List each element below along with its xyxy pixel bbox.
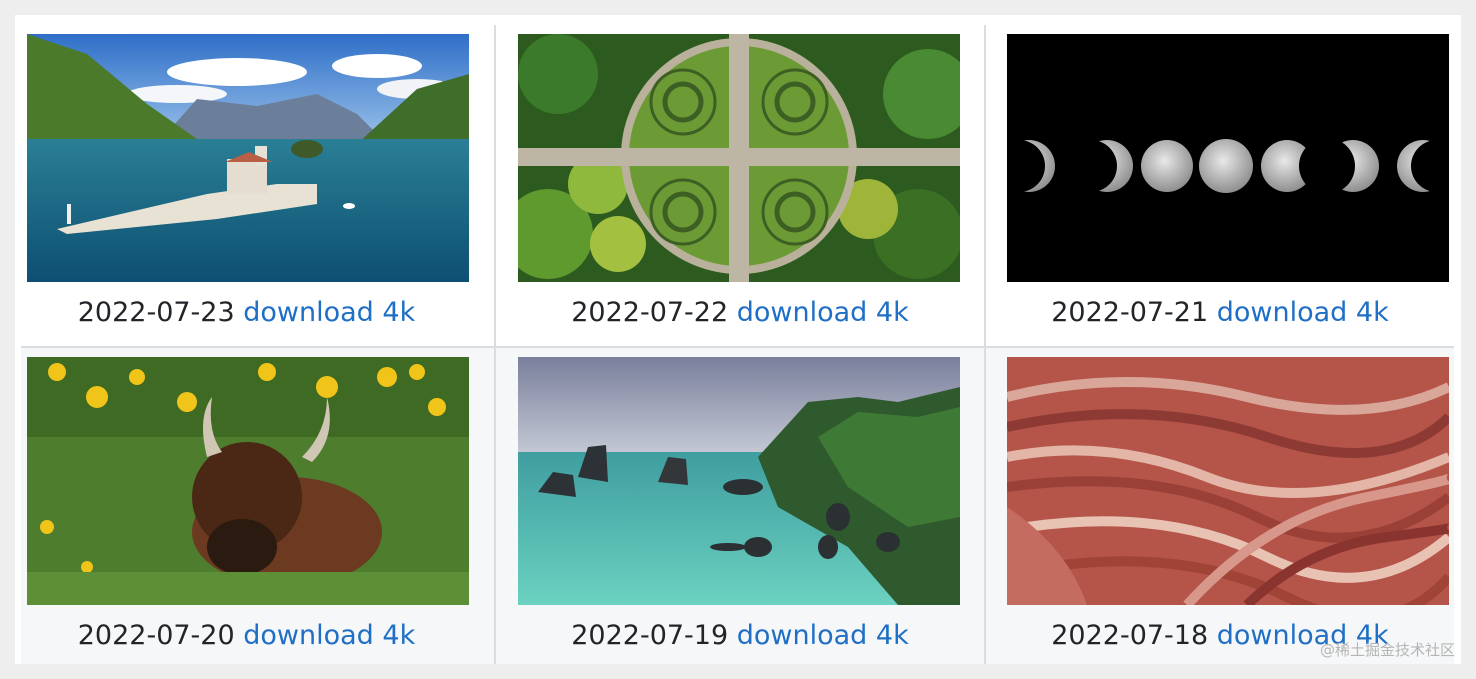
download-4k-link[interactable]: download 4k [737, 297, 909, 328]
download-4k-link[interactable]: download 4k [737, 620, 909, 651]
card-caption: 2022-07-22 download 4k [496, 297, 984, 328]
image-grid: 2022-07-23 download 4k 2022-07-22 downlo… [21, 25, 1454, 664]
wallpaper-date: 2022-07-23 [77, 297, 235, 328]
wallpaper-date: 2022-07-22 [571, 297, 729, 328]
download-4k-link[interactable]: download 4k [243, 620, 415, 651]
download-4k-link[interactable]: download 4k [1217, 297, 1389, 328]
wallpaper-date: 2022-07-19 [571, 620, 729, 651]
card-caption: 2022-07-23 download 4k [21, 297, 494, 328]
wallpaper-date: 2022-07-18 [1051, 620, 1209, 651]
download-4k-link[interactable]: download 4k [243, 297, 415, 328]
watermark-text: @稀土掘金技术社区 [1319, 641, 1455, 659]
wallpaper-thumbnail-moon-phases[interactable] [1007, 34, 1449, 282]
wallpaper-thumbnail-bison[interactable] [27, 357, 469, 605]
wallpaper-date: 2022-07-20 [77, 620, 235, 651]
gallery-card: 2022-07-23 download 4k [21, 25, 494, 348]
wallpaper-date: 2022-07-21 [1051, 297, 1209, 328]
card-caption: 2022-07-21 download 4k [986, 297, 1454, 328]
wallpaper-thumbnail-island[interactable] [27, 34, 469, 282]
gallery-card: 2022-07-20 download 4k [21, 348, 494, 664]
gallery-card: 2022-07-19 download 4k [494, 348, 984, 664]
gallery-card: 2022-07-21 download 4k [984, 25, 1454, 348]
card-caption: 2022-07-19 download 4k [496, 620, 984, 651]
gallery-card: 2022-07-18 download 4k [984, 348, 1454, 664]
wallpaper-thumbnail-coast[interactable] [518, 357, 960, 605]
gallery-card: 2022-07-22 download 4k [494, 25, 984, 348]
wallpaper-thumbnail-garden[interactable] [518, 34, 960, 282]
gallery-frame: 2022-07-23 download 4k 2022-07-22 downlo… [15, 15, 1461, 664]
card-caption: 2022-07-20 download 4k [21, 620, 494, 651]
wallpaper-thumbnail-sandstone[interactable] [1007, 357, 1449, 605]
